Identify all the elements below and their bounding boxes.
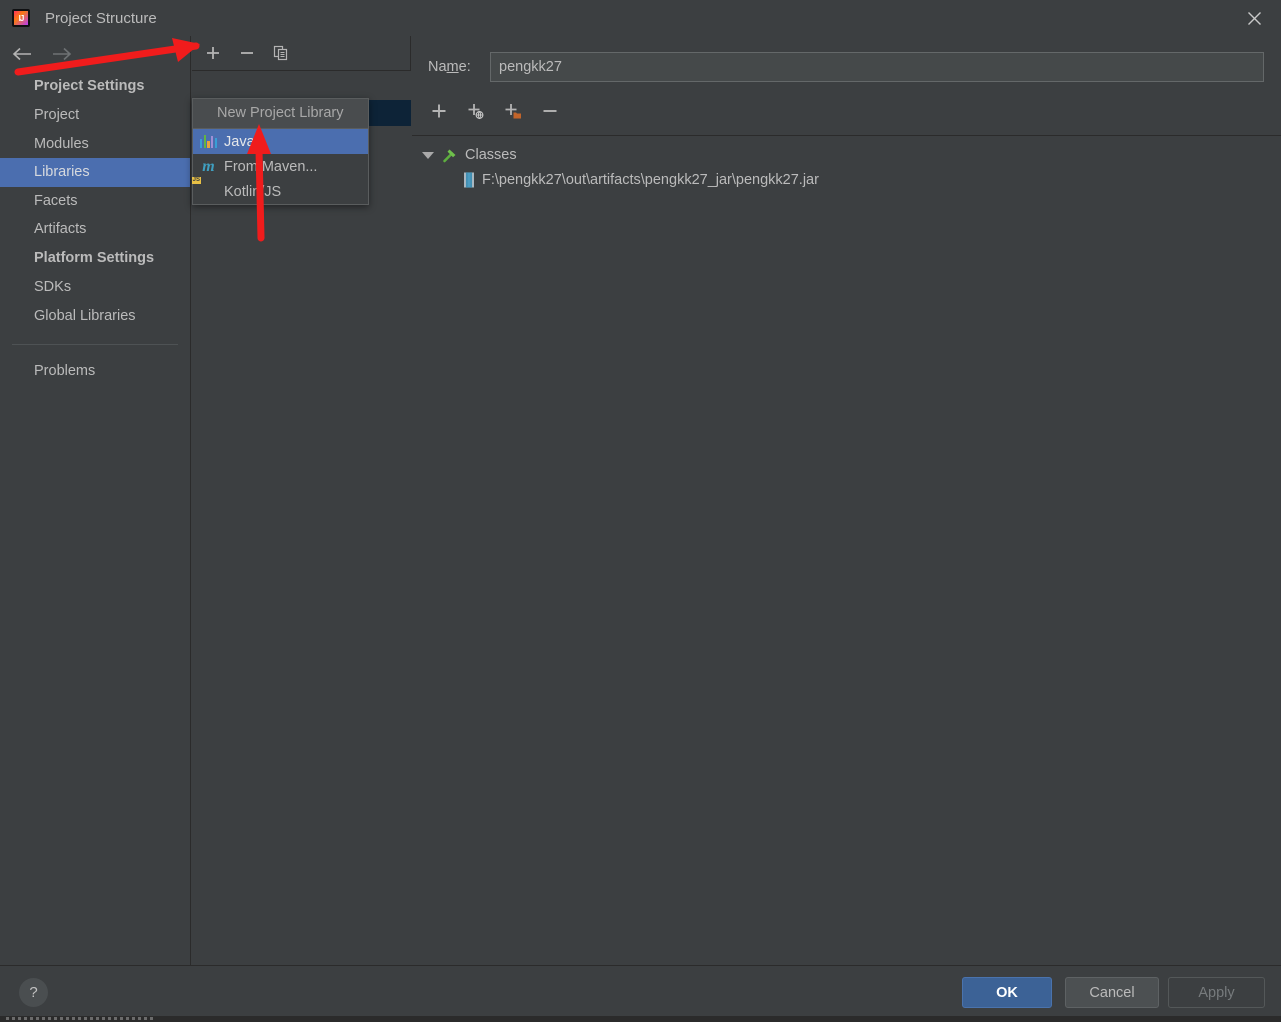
popup-item-from-maven[interactable]: m From Maven... bbox=[193, 154, 368, 179]
library-contents-tree: Classes F:\pengkk27\out\artifacts\pengkk… bbox=[412, 135, 1281, 965]
tree-node-label: F:\pengkk27\out\artifacts\pengkk27_jar\p… bbox=[482, 172, 819, 188]
popup-title: New Project Library bbox=[193, 99, 368, 129]
libraries-toolbar bbox=[192, 36, 410, 70]
project-structure-dialog: Project Structure bbox=[0, 0, 1281, 1022]
sidebar-item-artifacts[interactable]: Artifacts bbox=[0, 215, 190, 244]
sidebar-item-sdks[interactable]: SDKs bbox=[0, 273, 190, 302]
plus-globe-icon[interactable] bbox=[463, 98, 489, 124]
sidebar-item-libraries[interactable]: Libraries bbox=[0, 158, 190, 187]
sidebar-item-global-libraries[interactable]: Global Libraries bbox=[0, 302, 190, 331]
intellij-idea-icon bbox=[12, 9, 30, 27]
settings-sidebar: Project Settings Project Modules Librari… bbox=[0, 36, 191, 965]
minus-icon[interactable] bbox=[537, 98, 563, 124]
popup-item-java[interactable]: Java bbox=[193, 129, 368, 154]
taskbar-sliver bbox=[0, 1016, 1281, 1022]
libraries-list[interactable]: New Project Library Java m From Maven... bbox=[192, 70, 411, 965]
library-entries-toolbar bbox=[412, 94, 1281, 128]
taskbar-dots bbox=[6, 1017, 156, 1020]
sidebar-group-platform-settings: Platform Settings SDKs Global Libraries bbox=[0, 244, 190, 330]
sidebar-item-problems[interactable]: Problems bbox=[0, 357, 190, 386]
sidebar-group-header: Platform Settings bbox=[34, 249, 155, 266]
apply-button: Apply bbox=[1168, 977, 1265, 1008]
sidebar-item-facets[interactable]: Facets bbox=[0, 187, 190, 216]
plus-icon[interactable] bbox=[426, 98, 452, 124]
library-name-input[interactable] bbox=[490, 52, 1264, 82]
popup-item-label: Kotlin/JS bbox=[224, 183, 282, 200]
popup-item-label: Java bbox=[224, 133, 255, 150]
popup-item-label: From Maven... bbox=[224, 158, 318, 175]
sidebar-navigation bbox=[0, 36, 190, 72]
tree-node-label: Classes bbox=[465, 147, 517, 163]
dialog-body: Project Settings Project Modules Librari… bbox=[0, 36, 1281, 965]
tree-node-classes[interactable]: Classes bbox=[412, 144, 1281, 166]
sidebar-group-project-settings: Project Settings Project Modules Librari… bbox=[0, 72, 190, 244]
sidebar-item-modules[interactable]: Modules bbox=[0, 130, 190, 159]
kotlin-js-icon bbox=[200, 183, 217, 200]
java-icon bbox=[200, 133, 218, 150]
libraries-list-panel: New Project Library Java m From Maven... bbox=[192, 36, 411, 965]
ok-button[interactable]: OK bbox=[962, 977, 1052, 1008]
cancel-button[interactable]: Cancel bbox=[1065, 977, 1159, 1008]
arrow-right-icon[interactable] bbox=[50, 43, 74, 65]
sidebar-item-project[interactable]: Project bbox=[0, 101, 190, 130]
hammer-icon bbox=[441, 147, 458, 164]
new-project-library-popup: New Project Library Java m From Maven... bbox=[192, 98, 369, 205]
minus-icon[interactable] bbox=[234, 40, 260, 66]
maven-icon: m bbox=[202, 158, 215, 175]
name-row: Name: bbox=[412, 48, 1281, 86]
jar-file-icon bbox=[463, 172, 475, 188]
library-list-row-selected[interactable] bbox=[367, 100, 411, 126]
name-label: Name: bbox=[428, 59, 471, 75]
sidebar-group-header: Project Settings bbox=[34, 78, 145, 94]
popup-item-kotlin-js[interactable]: Kotlin/JS bbox=[193, 179, 368, 204]
help-button[interactable]: ? bbox=[19, 978, 48, 1007]
library-detail-panel: Name: pengkk27 Classes F:\pengkk27\out\a… bbox=[412, 36, 1281, 965]
arrow-left-icon[interactable] bbox=[10, 43, 34, 65]
plus-icon[interactable] bbox=[200, 40, 226, 66]
window-title: Project Structure bbox=[45, 9, 157, 27]
sidebar-divider bbox=[12, 344, 178, 346]
plus-folder-icon[interactable] bbox=[500, 98, 526, 124]
close-icon[interactable] bbox=[1239, 4, 1269, 32]
chevron-down-icon[interactable] bbox=[422, 151, 434, 159]
tree-node-jar-entry[interactable]: F:\pengkk27\out\artifacts\pengkk27_jar\p… bbox=[412, 169, 1281, 191]
copy-icon[interactable] bbox=[268, 40, 294, 66]
title-bar: Project Structure bbox=[0, 0, 1281, 36]
